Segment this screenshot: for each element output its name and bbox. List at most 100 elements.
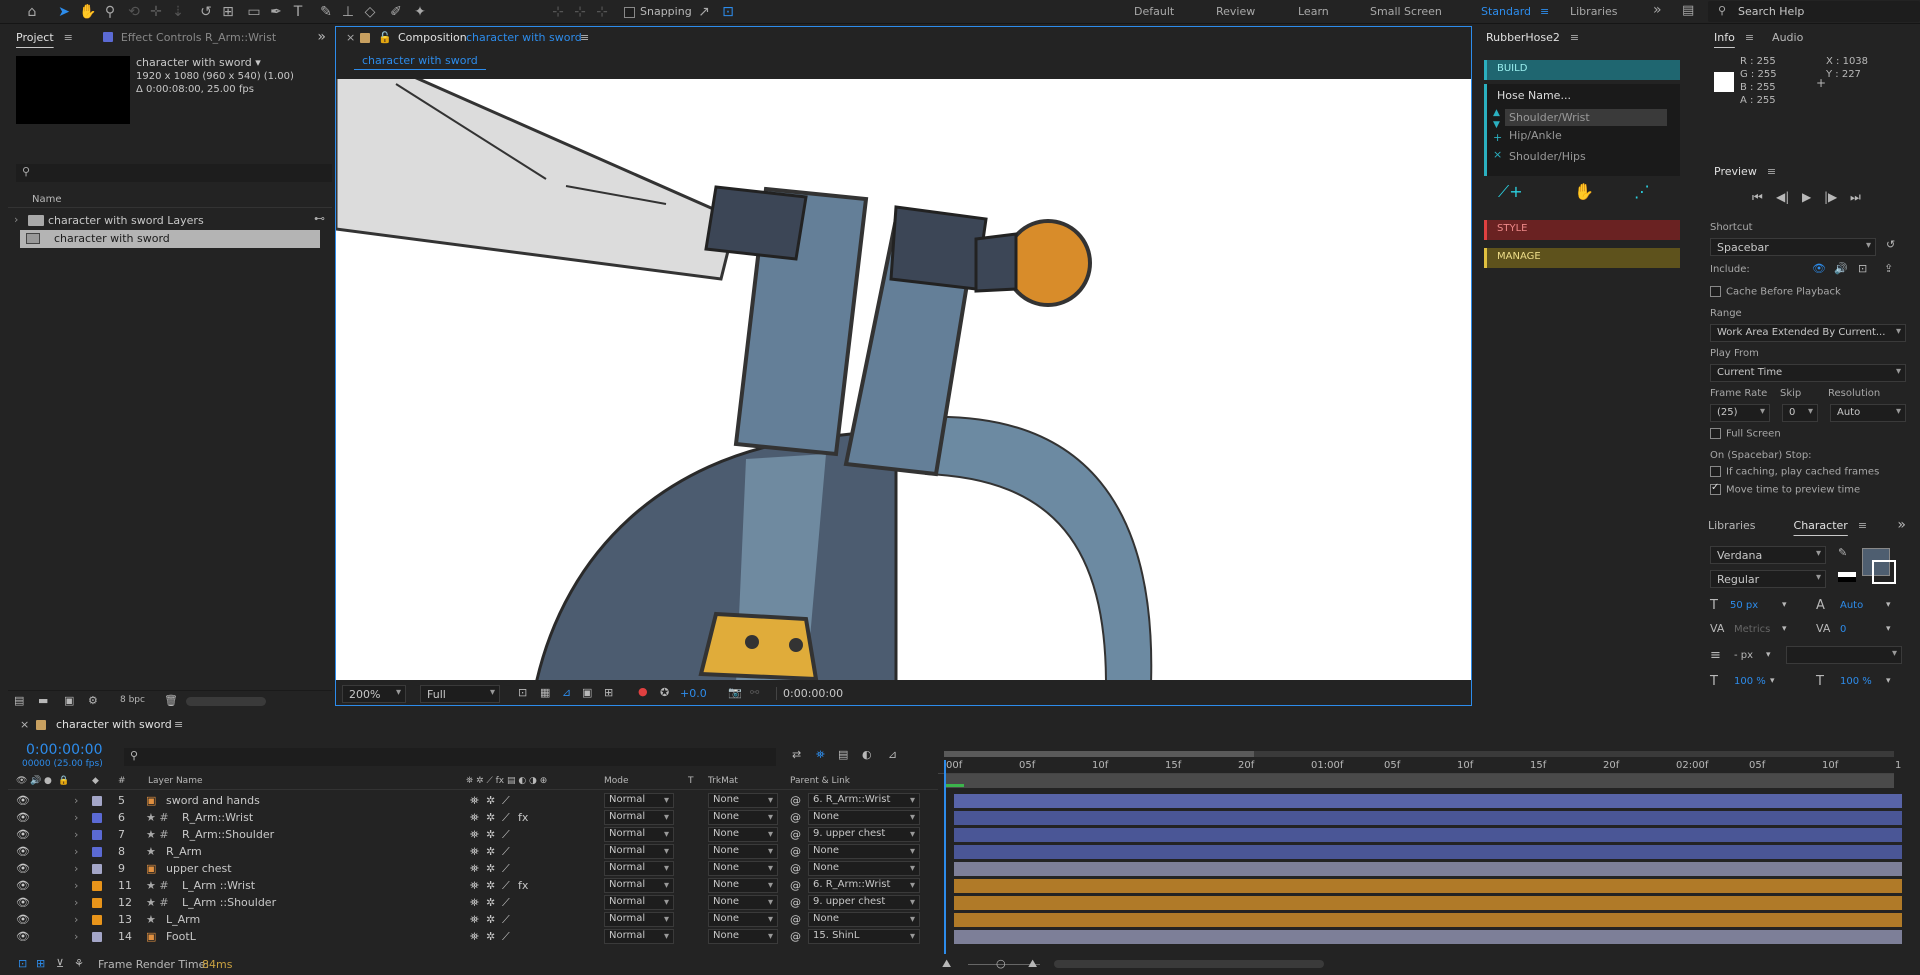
tab-effect-controls[interactable]: Effect Controls R_Arm::Wrist <box>113 31 284 44</box>
quality-switch-icon[interactable]: ⟋ <box>502 828 510 842</box>
rectangle-tool-icon[interactable]: ▭ <box>244 2 264 22</box>
layer-duration-bar[interactable] <box>954 913 1902 927</box>
quality-switch-icon[interactable]: ⟋ <box>502 794 510 808</box>
transparency-grid-icon[interactable]: ▦ <box>540 686 550 699</box>
close-icon[interactable]: × <box>346 31 355 44</box>
tab-audio[interactable]: Audio <box>1764 31 1811 44</box>
shy-switch-icon[interactable]: ⛯ <box>470 913 479 927</box>
selection-tool-icon[interactable]: ➤ <box>54 2 74 22</box>
chevron-right-icon[interactable]: › <box>74 930 78 943</box>
render-time-icon[interactable]: ⚘ <box>74 957 84 970</box>
layer-name[interactable]: FootL <box>166 930 196 943</box>
shy-switch-icon[interactable]: ⛯ <box>470 879 479 893</box>
delete-icon[interactable]: 🗑 <box>164 694 178 707</box>
eraser-tool-icon[interactable]: ◇ <box>360 2 380 22</box>
trkmat-dropdown[interactable]: None <box>708 810 778 825</box>
visibility-icon[interactable]: 👁 <box>16 811 30 824</box>
layer-search-input[interactable]: ⚲ <box>124 748 776 766</box>
solo-col-icon[interactable]: ● <box>44 776 52 786</box>
chevron-right-icon[interactable]: › <box>74 828 78 841</box>
list-item-shoulder-hips[interactable]: Shoulder/Hips <box>1505 150 1586 163</box>
rubberhose-menu-icon[interactable]: ≡ <box>1570 31 1579 44</box>
clone-stamp-tool-icon[interactable]: ⊥ <box>338 2 358 22</box>
layer-name[interactable]: L_Arm ::Shoulder <box>182 896 276 909</box>
mode-dropdown[interactable]: Normal <box>604 895 674 910</box>
stroke-width-value[interactable]: - px <box>1734 650 1753 661</box>
playhead[interactable] <box>944 760 946 956</box>
remove-icon[interactable]: × <box>1493 148 1502 161</box>
quality-switch-icon[interactable]: ⟋ <box>502 845 510 859</box>
layer-label-color[interactable] <box>92 847 102 857</box>
thumbnail-scroll[interactable] <box>186 697 266 706</box>
kerning-dropdown-icon[interactable]: ▾ <box>1782 624 1787 634</box>
comp-menu-icon[interactable]: ≡ <box>580 31 589 44</box>
workspace-menu-icon[interactable]: ≡ <box>1540 5 1549 18</box>
layer-row[interactable]: 👁 › 12 ★ # L_Arm ::Shoulder ⛯ ✲ ⟋ Normal None @9. … <box>8 895 1912 912</box>
layer-duration-bar[interactable] <box>954 930 1902 944</box>
pick-whip-icon[interactable]: @ <box>790 913 801 926</box>
layer-label-color[interactable] <box>92 881 102 891</box>
play-from-dropdown[interactable]: Current Time <box>1710 364 1906 382</box>
move-time[interactable]: Move time to preview time <box>1710 482 1860 496</box>
tab-preview[interactable]: Preview <box>1706 165 1765 178</box>
collapse-switch-icon[interactable]: ✲ <box>486 811 495 824</box>
trkmat-dropdown[interactable]: None <box>708 793 778 808</box>
tab-character[interactable]: Character <box>1786 519 1856 532</box>
show-snapshot-icon[interactable]: ⚯ <box>750 686 759 699</box>
vertical-scale-dropdown-icon[interactable]: ▾ <box>1770 676 1775 686</box>
comp-mini-flowchart-icon[interactable]: ⇄ <box>792 748 801 761</box>
layer-label-color[interactable] <box>92 898 102 908</box>
comp-viewer[interactable] <box>336 79 1471 680</box>
chevron-right-icon[interactable]: › <box>74 896 78 909</box>
chevron-right-icon[interactable]: › <box>74 845 78 858</box>
new-hose-icon[interactable]: ⟋+ <box>1498 182 1523 202</box>
lock-col-icon[interactable]: 🔒 <box>58 776 69 786</box>
trkmat-dropdown[interactable]: None <box>708 895 778 910</box>
layer-row[interactable]: 👁 › 13 ★ L_Arm ⛯ ✲ ⟋ Normal None @ None <box>8 912 1912 929</box>
audio-col-icon[interactable]: 🔊 <box>30 776 41 786</box>
layer-label-color[interactable] <box>92 864 102 874</box>
pick-whip-icon[interactable]: @ <box>790 845 801 858</box>
col-name[interactable]: Name <box>32 194 62 205</box>
frame-blending-icon[interactable]: ▤ <box>838 748 848 761</box>
visibility-icon[interactable]: 👁 <box>16 913 30 926</box>
build-section[interactable]: BUILD <box>1484 60 1680 80</box>
layer-duration-bar[interactable] <box>954 862 1902 876</box>
layer-name[interactable]: upper chest <box>166 862 232 875</box>
lock-icon[interactable]: 🔓 <box>378 31 392 44</box>
orbit-tool-icon[interactable]: ⟲ <box>124 2 144 22</box>
workspace-learn[interactable]: Learn <box>1298 5 1329 18</box>
leading-dropdown-icon[interactable]: ▾ <box>1886 600 1891 610</box>
graph-editor-icon[interactable]: ⊿ <box>888 748 897 761</box>
black-white-swatch[interactable] <box>1838 572 1856 582</box>
chevron-right-icon[interactable]: › <box>74 862 78 875</box>
layer-row[interactable]: 👁 › 8 ★ R_Arm ⛯ ✲ ⟋ Normal None @ None <box>8 844 1912 861</box>
grid-guides-icon[interactable]: ⊞ <box>604 686 613 699</box>
work-area-bar[interactable] <box>938 748 1894 758</box>
snapping-toggle[interactable]: Snapping <box>624 5 692 18</box>
reset-icon[interactable]: ↺ <box>1886 238 1895 251</box>
shy-switch-icon[interactable]: ⛯ <box>470 794 479 808</box>
collapse-switch-icon[interactable]: ✲ <box>486 913 495 926</box>
font-size-dropdown-icon[interactable]: ▾ <box>1782 600 1787 610</box>
play-icon[interactable]: ▶ <box>1802 190 1811 204</box>
fast-previews-icon[interactable]: ⊡ <box>518 686 527 699</box>
zoom-dropdown[interactable]: 200% <box>342 685 406 703</box>
full-screen[interactable]: Full Screen <box>1710 428 1781 440</box>
timeline-timecode[interactable]: 0:00:00:00 <box>26 742 103 758</box>
layer-name[interactable]: sword and hands <box>166 794 260 807</box>
pick-whip-icon[interactable]: @ <box>790 794 801 807</box>
multi-hose-icon[interactable]: ⋰ <box>1634 182 1650 201</box>
kerning-value[interactable]: Metrics <box>1734 624 1770 635</box>
chevron-right-icon[interactable]: › <box>74 811 78 824</box>
include-overlay-icon[interactable]: ⊡ <box>1858 262 1867 275</box>
hose-name-input[interactable]: Hose Name... <box>1497 89 1571 102</box>
list-item-shoulder-wrist[interactable]: Shoulder/Wrist <box>1505 109 1667 126</box>
pick-whip-icon[interactable]: @ <box>790 862 801 875</box>
shy-switch-icon[interactable]: ⛯ <box>470 828 479 842</box>
comp-name[interactable]: character with sword ▾ <box>136 56 261 69</box>
font-family-dropdown[interactable]: Verdana <box>1710 546 1826 564</box>
panel-overflow-icon[interactable]: » <box>317 29 326 45</box>
workspace-small-screen[interactable]: Small Screen <box>1370 5 1442 18</box>
layer-row[interactable]: 👁 › 11 ★ # L_Arm ::Wrist ⛯ ✲ ⟋ fx Normal None @6. R… <box>8 878 1912 895</box>
